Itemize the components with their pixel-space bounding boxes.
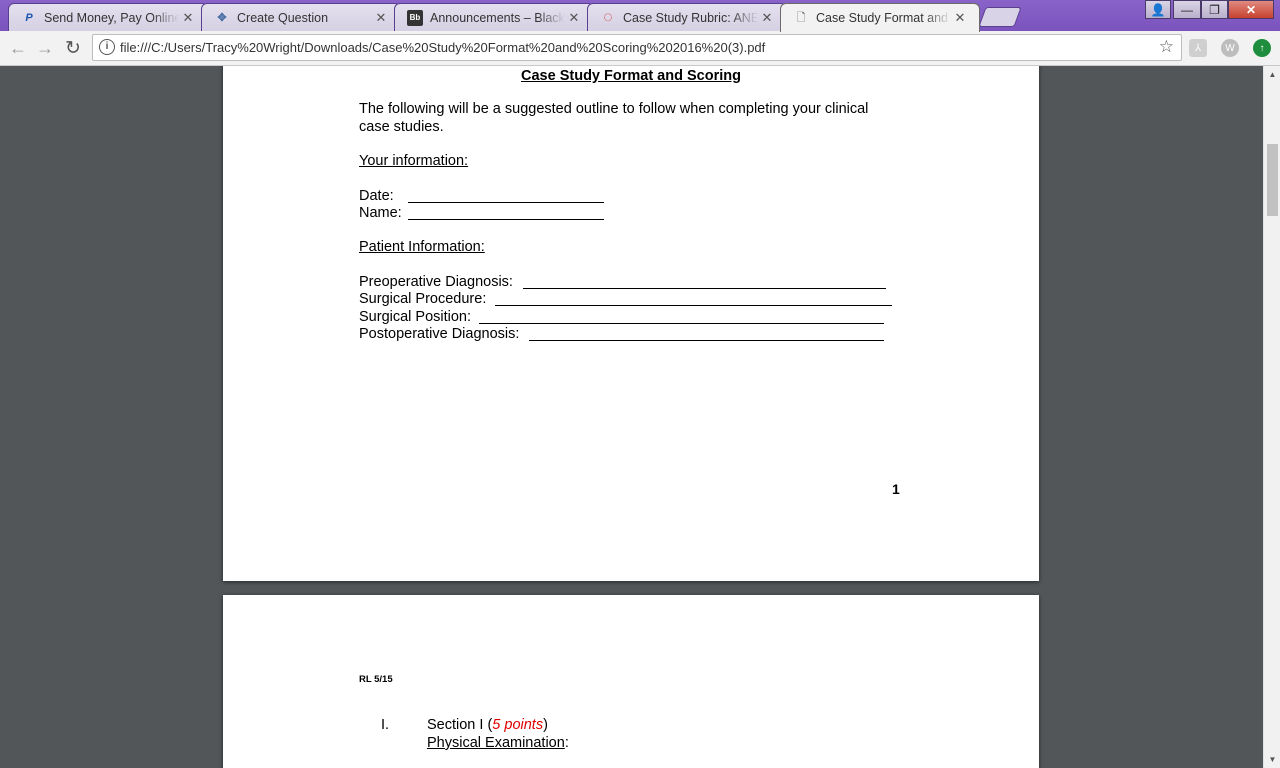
surgical-procedure-label: Surgical Procedure: (359, 291, 487, 307)
tab-title: Send Money, Pay Online (44, 10, 179, 25)
position-blank-line (479, 323, 884, 324)
revision-label: RL 5/15 (359, 674, 393, 685)
new-tab-button[interactable] (978, 7, 1022, 27)
intro-line-1: The following will be a suggested outlin… (359, 101, 869, 117)
name-blank-line (408, 219, 604, 220)
tab-paypal[interactable]: P Send Money, Pay Online ✕ (8, 3, 208, 31)
pdf-page-1: Case Study Format and Scoring The follow… (223, 66, 1039, 581)
section-label: Section I ( (427, 717, 493, 733)
close-icon[interactable]: ✕ (758, 10, 776, 26)
maximize-button[interactable]: ❐ (1201, 0, 1228, 19)
paypal-icon: P (25, 11, 33, 24)
close-icon[interactable]: ✕ (951, 10, 969, 26)
tab-create-question[interactable]: ✥ Create Question ✕ (201, 3, 401, 31)
blackboard-icon: Bb (407, 9, 423, 26)
name-label: Name: (359, 205, 402, 221)
browser-titlebar: P Send Money, Pay Online ✕ ✥ Create Ques… (0, 0, 1280, 32)
minimize-button[interactable]: — (1173, 0, 1201, 19)
close-icon[interactable]: ✕ (179, 10, 197, 26)
w-extension-icon[interactable]: W (1221, 39, 1239, 57)
question-icon: ✥ (217, 12, 227, 24)
vertical-scrollbar[interactable]: ▲ ▼ (1263, 66, 1280, 768)
pdf-viewer[interactable]: Case Study Format and Scoring The follow… (0, 66, 1263, 768)
preop-diagnosis-label: Preoperative Diagnosis: (359, 274, 513, 290)
date-label: Date: (359, 188, 394, 204)
url-text[interactable]: file:///C:/Users/Tracy%20Wright/Download… (120, 40, 765, 55)
user-icon[interactable]: 👤 (1145, 0, 1171, 19)
address-bar[interactable]: i file:///C:/Users/Tracy%20Wright/Downlo… (92, 34, 1182, 61)
tab-case-study-format[interactable]: 🗋 Case Study Format and Scoring ✕ (780, 3, 980, 32)
close-icon[interactable]: ✕ (565, 10, 583, 26)
procedure-blank-line (495, 305, 892, 306)
patient-info-heading: Patient Information: (359, 239, 485, 255)
close-window-button[interactable]: ✕ (1228, 0, 1274, 19)
tab-title: Announcements – Blackboard (430, 10, 565, 25)
surgical-position-label: Surgical Position: (359, 309, 472, 325)
pdf-page-2: RL 5/15 I. Section I (5 points) Physical… (223, 595, 1039, 768)
loading-spinner-icon: ◌ (603, 8, 613, 26)
info-icon[interactable]: i (99, 39, 115, 55)
section-close-paren: ) (543, 717, 548, 733)
bookmark-star-icon[interactable]: ☆ (1159, 37, 1174, 57)
pdf-extension-icon[interactable]: ⅄ (1189, 39, 1207, 57)
section-number: I. (381, 717, 390, 733)
green-arrow-extension-icon[interactable]: ↑ (1253, 39, 1271, 57)
section-subheading-colon: : (564, 735, 569, 751)
postop-diagnosis-label: Postoperative Diagnosis: (359, 326, 520, 342)
tab-title: Case Study Rubric: ANE- (623, 10, 758, 25)
page-number: 1 (892, 481, 900, 497)
tab-title: Create Question (237, 10, 329, 25)
section-subheading-line: Physical Examination: (427, 735, 569, 751)
page-title: Case Study Format and Scoring (521, 68, 741, 84)
section-subheading: Physical Examination (427, 735, 565, 751)
tab-blackboard[interactable]: Bb Announcements – Blackboard ✕ (394, 3, 594, 31)
scroll-thumb[interactable] (1267, 144, 1278, 216)
browser-toolbar: ← → ↻ i file:///C:/Users/Tracy%20Wright/… (0, 31, 1280, 66)
forward-button[interactable]: → (33, 37, 57, 59)
section-heading: Section I (5 points) (427, 717, 548, 733)
reload-button[interactable]: ↻ (61, 37, 85, 59)
intro-line-2: case studies. (359, 119, 444, 135)
tab-title: Case Study Format and Scoring (816, 11, 951, 25)
tab-case-study-rubric[interactable]: ◌ Case Study Rubric: ANE- ✕ (587, 3, 787, 31)
document-icon: 🗋 (796, 11, 806, 24)
date-blank-line (408, 202, 604, 203)
back-button[interactable]: ← (6, 37, 30, 59)
your-info-heading: Your information: (359, 153, 469, 169)
scroll-down-arrow-icon[interactable]: ▼ (1264, 751, 1280, 768)
scroll-up-arrow-icon[interactable]: ▲ (1264, 66, 1280, 83)
close-icon[interactable]: ✕ (372, 10, 390, 26)
postop-blank-line (529, 340, 884, 341)
section-points: 5 points (492, 717, 544, 733)
preop-blank-line (523, 288, 886, 289)
